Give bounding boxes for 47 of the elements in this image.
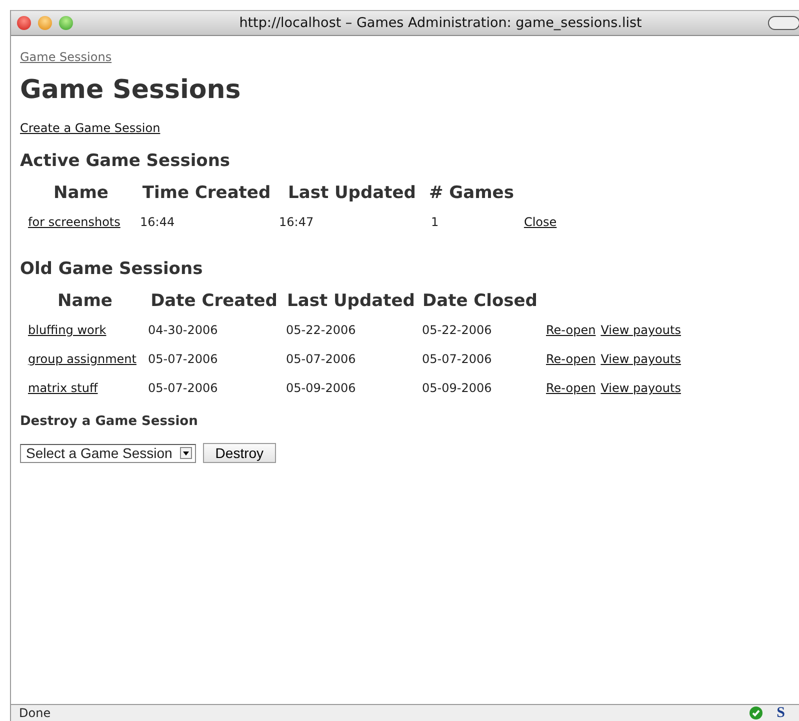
column-header: Name [54, 183, 108, 203]
table-cell: 05-07-2006 [422, 352, 492, 366]
table-cell: 05-22-2006 [286, 323, 356, 337]
action-link[interactable]: View payouts [600, 381, 681, 395]
check-icon [748, 706, 763, 720]
action-link[interactable]: View payouts [600, 323, 681, 337]
action-link[interactable]: Re-open [546, 352, 596, 366]
section-heading: Old Game Sessions [20, 259, 204, 279]
extension-badge[interactable]: S [776, 706, 785, 720]
caret-icon [180, 446, 192, 458]
page-heading: Game Sessions [20, 75, 242, 105]
close-icon[interactable] [17, 16, 31, 30]
zoom-icon[interactable] [59, 16, 73, 30]
table-cell: 05-22-2006 [422, 323, 492, 337]
session-link[interactable]: bluffing work [28, 323, 106, 337]
column-header: Last Updated [287, 291, 415, 311]
column-header: Time Created [142, 183, 271, 203]
status-text: Done [19, 706, 52, 720]
action-link[interactable]: Close [524, 215, 557, 229]
table-cell: 05-09-2006 [422, 381, 492, 395]
action-link[interactable]: Re-open [546, 323, 596, 337]
column-header: Name [58, 291, 112, 311]
table-cell: 1 [431, 215, 439, 229]
table-cell: 16:44 [140, 215, 175, 229]
section-heading: Destroy a Game Session [20, 414, 199, 429]
table-cell: 05-09-2006 [286, 381, 356, 395]
column-header: Last Updated [288, 183, 416, 203]
window-title: http://localhost – Games Administration: game_sessions.list [238, 15, 643, 31]
toolbar-toggle-icon[interactable] [768, 16, 799, 30]
breadcrumb-link[interactable]: Game Sessions [20, 50, 112, 64]
column-header: Date Closed [422, 291, 538, 311]
table-cell: 16:47 [279, 215, 314, 229]
table-cell: 05-07-2006 [286, 352, 356, 366]
table-cell: 05-07-2006 [148, 381, 218, 395]
action-link[interactable]: View payouts [600, 352, 681, 366]
table-cell: 04-30-2006 [148, 323, 218, 337]
session-link[interactable]: for screenshots [28, 215, 120, 229]
section-heading: Active Game Sessions [20, 151, 232, 171]
column-header: Date Created [150, 291, 278, 311]
session-link[interactable]: matrix stuff [28, 381, 98, 395]
destroy-button[interactable]: Destroy [203, 443, 276, 463]
table-cell: 05-07-2006 [148, 352, 218, 366]
column-header: # Games [429, 183, 514, 203]
create-link[interactable]: Create a Game Session [20, 121, 160, 135]
action-link[interactable]: Re-open [546, 381, 596, 395]
session-dropdown[interactable]: Select a Game Session [20, 444, 196, 462]
session-link[interactable]: group assignment [28, 352, 136, 366]
